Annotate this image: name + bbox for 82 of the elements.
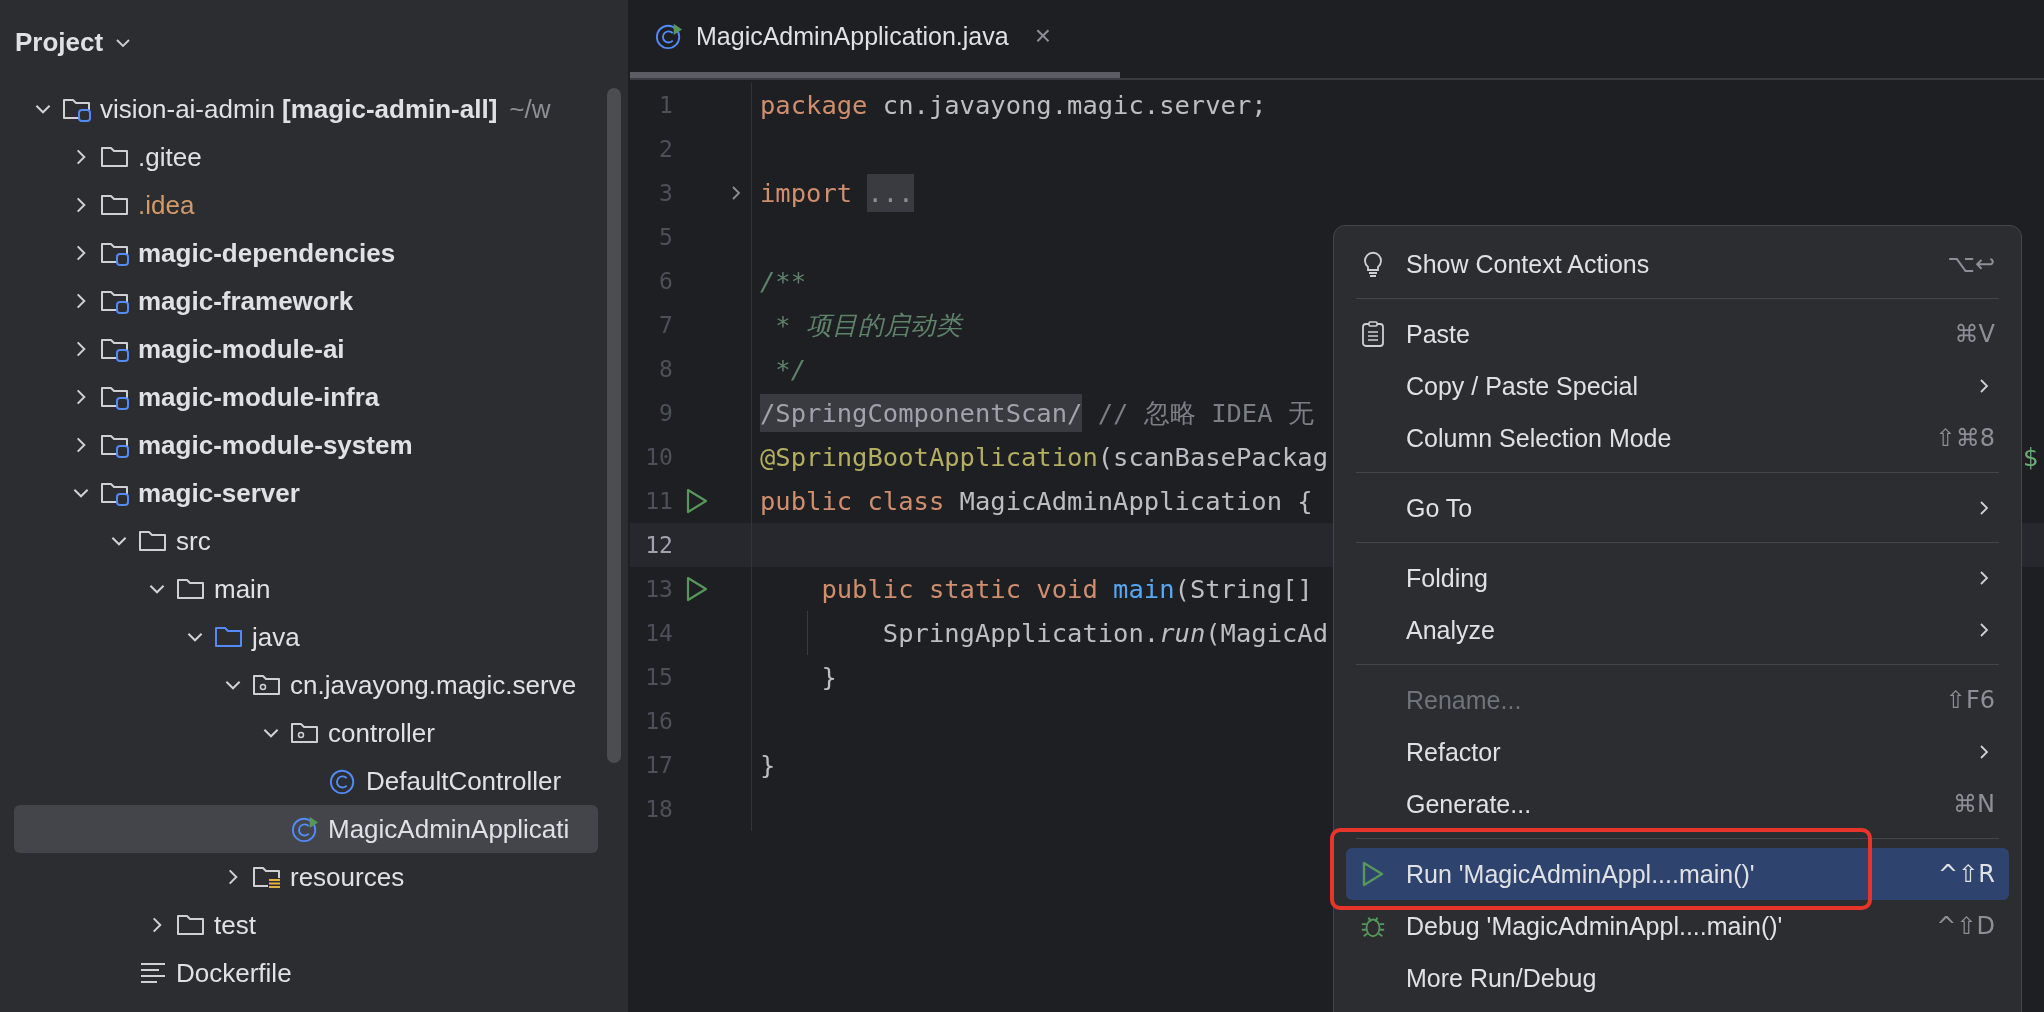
menu-item[interactable]: Folding (1346, 552, 2009, 604)
code-line: } (820, 661, 837, 694)
code-line: /** (760, 265, 807, 298)
tree-row[interactable]: DefaultController (14, 757, 598, 805)
shortcut-label: ^⇧R (1938, 860, 1995, 888)
code-line: @SpringBootApplication(scanBasePackag (760, 441, 1329, 474)
menu-item[interactable]: Copy / Paste Special (1346, 360, 2009, 412)
tree-row[interactable]: cn.javayong.magic.serve (14, 661, 598, 709)
menu-item[interactable]: Paste ⌘V (1346, 308, 2009, 360)
run-icon[interactable] (684, 488, 709, 514)
tree-item-label: magic-module-system (138, 429, 413, 461)
tree-row[interactable]: magic-module-ai (14, 325, 598, 373)
run-icon[interactable] (684, 576, 709, 602)
tree-row[interactable]: src (14, 517, 598, 565)
code-line: public class MagicAdminApplication { (760, 485, 1313, 518)
run-icon (1360, 860, 1386, 888)
code-line: public static void main(String[] (820, 573, 1313, 606)
tree-item-label: MagicAdminApplicati (328, 813, 570, 845)
menu-item[interactable]: Generate... ⌘N (1346, 778, 2009, 830)
tree-item-label: magic-server (138, 477, 300, 509)
code-line: /SpringComponentScan/ // 忽略 IDEA 无 (760, 391, 1314, 435)
close-icon[interactable]: × (1034, 20, 1052, 52)
tree-row[interactable]: resources (14, 853, 598, 901)
menu-item[interactable]: Run 'MagicAdminAppl....main()' ^⇧R (1346, 848, 2009, 900)
tree-row[interactable]: magic-module-system (14, 421, 598, 469)
tree-item-label: controller (328, 717, 435, 749)
code-fragment: $ (2022, 441, 2038, 474)
tree-row[interactable]: magic-framework (14, 277, 598, 325)
menu-item[interactable]: More Run/Debug (1346, 952, 2009, 1004)
tree-item-label: main (214, 573, 271, 605)
line-number: 12 (644, 532, 673, 558)
tree-row[interactable]: magic-server (14, 469, 598, 517)
shortcut-label: ⇧⌘8 (1935, 424, 1995, 452)
tree-row[interactable]: test (14, 901, 598, 949)
menu-item[interactable]: Refactor (1346, 726, 2009, 778)
tree-item-label: magic-module-ai (138, 333, 345, 365)
tree-row[interactable]: MagicAdminApplicati (14, 805, 598, 853)
tree-item-label: java (252, 621, 300, 653)
path-hint: ~/w (509, 93, 551, 125)
tree-row[interactable]: controller (14, 709, 598, 757)
tree-item-label: .idea (138, 189, 195, 221)
menu-item[interactable]: Column Selection Mode ⇧⌘8 (1346, 412, 2009, 464)
clipboard-icon (1360, 320, 1386, 348)
tree-item-label: magic-dependencies (138, 237, 396, 269)
panel-title[interactable]: Project (15, 27, 104, 58)
tree-row[interactable]: vision-ai-admin [magic-admin-all] ~/w (14, 85, 598, 133)
tree-item-label: magic-module-infra (138, 381, 380, 413)
shortcut-label: ⌘N (1953, 790, 1995, 818)
tree-item-label: test (214, 909, 256, 941)
shortcut-label: ^⇧D (1936, 912, 1995, 940)
tree-item-label: magic-framework (138, 285, 354, 317)
tree-row[interactable]: java (14, 613, 598, 661)
tree-item-label: src (176, 525, 211, 557)
tree-row[interactable]: magic-module-infra (14, 373, 598, 421)
menu-item[interactable]: Go To (1346, 482, 2009, 534)
shortcut-label: ⌥↩ (1947, 250, 1995, 278)
code-line: */ (774, 353, 807, 386)
menu-item[interactable]: Show Context Actions ⌥↩ (1346, 238, 2009, 290)
tree-item-label: resources (290, 861, 405, 893)
tree-item-label: vision-ai-admin [magic-admin-all] (100, 93, 498, 125)
runnable-class-icon (290, 815, 320, 843)
tree-row[interactable]: Dockerfile (14, 949, 598, 997)
tree-row[interactable]: magic-dependencies (14, 229, 598, 277)
tree-item-label: DefaultController (366, 765, 562, 797)
tree-row[interactable]: .idea (14, 181, 598, 229)
editor-tab[interactable]: MagicAdminApplication.java × (630, 0, 1120, 78)
code-line: package cn.javayong.magic.server; (760, 89, 1267, 122)
code-line: * 项目的启动类 (774, 309, 963, 342)
menu-item[interactable]: Analyze (1346, 604, 2009, 656)
tree-row[interactable]: main (14, 565, 598, 613)
code-line: SpringApplication.run(MagicAd (881, 617, 1329, 650)
tree-row[interactable]: .gitee (14, 133, 598, 181)
code-line: import ... (760, 171, 914, 215)
menu-item[interactable]: Debug 'MagicAdminAppl....main()' ^⇧D (1346, 900, 2009, 952)
tree-item-label: .gitee (138, 141, 202, 173)
shortcut-label: ⌘V (1954, 320, 1995, 348)
scrollbar-thumb[interactable] (607, 88, 621, 763)
tree-item-label: Dockerfile (176, 957, 292, 989)
shortcut-label: ⇧F6 (1945, 686, 1995, 714)
code-line: } (760, 749, 776, 782)
tree-item-label: cn.javayong.magic.serve (290, 669, 577, 701)
runnable-class-icon (654, 22, 684, 50)
